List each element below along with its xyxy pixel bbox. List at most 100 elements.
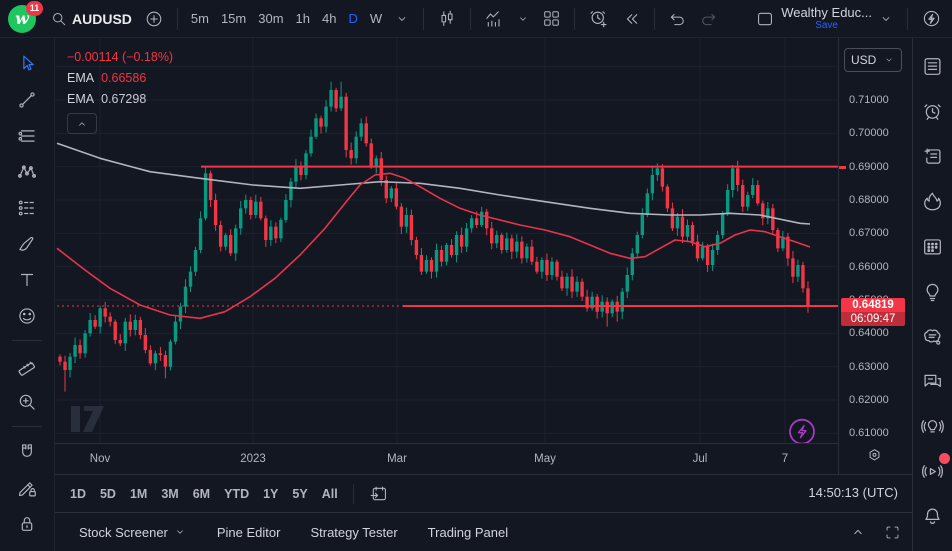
panel-stock-screener[interactable]: Stock Screener [69,519,197,546]
range-5d-button[interactable]: 5D [93,483,123,505]
price-tick: 0.67000 [849,227,889,239]
notifications-button[interactable] [918,502,948,530]
panel-item-group: Stock Screener Pine Editor Strategy Tester… [69,519,518,546]
emoji-tool-button[interactable] [10,302,44,329]
ema-slow-label[interactable]: EMA [67,92,94,106]
time-label: Jul [693,453,708,465]
cursor-tool-button[interactable] [10,50,44,77]
axis-settings-button[interactable] [865,446,884,465]
layout-select-button[interactable] [749,5,781,33]
streams-button[interactable] [918,457,948,485]
chevron-down-icon [883,54,895,66]
plus-circle-icon [144,9,164,29]
go-to-date-button[interactable] [362,480,396,508]
toolbar-divider [177,8,178,30]
time-label: Mar [387,453,407,465]
timeframe-1h[interactable]: 1h [290,7,316,30]
timeframe-D[interactable]: D [342,7,363,30]
brush-tool-button[interactable] [10,230,44,257]
draw-lock-icon [16,477,38,499]
minds-button[interactable] [918,322,948,350]
zoom-in-tool-button[interactable] [10,388,44,415]
resistance-axis-tick [839,166,846,169]
range-1y-button[interactable]: 1Y [256,483,285,505]
timeframe-4h[interactable]: 4h [316,7,342,30]
trendline-tool-button[interactable] [10,86,44,113]
ema-fast-label[interactable]: EMA [67,71,94,85]
timeframe-dropdown-button[interactable] [388,7,416,31]
quick-search-button[interactable] [915,4,948,33]
range-5y-button[interactable]: 5Y [285,483,314,505]
range-3m-button[interactable]: 3M [154,483,185,505]
compare-add-symbol-button[interactable] [138,5,170,33]
timeframe-W[interactable]: W [364,7,388,30]
watchlist-icon [921,55,944,78]
timeframe-5m[interactable]: 5m [185,7,215,30]
notes-button[interactable] [918,142,948,170]
legend-collapse-button[interactable] [67,113,97,134]
currency-select[interactable]: USD [844,48,902,72]
price-tick: 0.70000 [849,127,889,139]
watchlist-button[interactable] [918,52,948,80]
price-tick: 0.64000 [849,327,889,339]
save-button[interactable]: Save [815,20,838,31]
lock-icon [16,513,38,535]
grid-icon [542,9,561,28]
range-1m-button[interactable]: 1M [123,483,154,505]
price-tick: 0.69000 [849,161,889,173]
panel-expand-button[interactable] [844,519,872,545]
text-tool-button[interactable] [10,266,44,293]
grid-layout-button[interactable] [536,5,567,32]
indicators-dropdown-button[interactable] [510,8,536,30]
range-1d-button[interactable]: 1D [63,483,93,505]
range-ytd-button[interactable]: YTD [217,483,256,505]
toolbar-divider [12,340,42,341]
live-ideas-button[interactable] [918,412,948,440]
alerts-button[interactable] [918,97,948,125]
indicators-button[interactable] [478,5,510,33]
toolbar-divider [470,8,471,30]
fib-tool-button[interactable] [10,122,44,149]
layout-name-stack[interactable]: Wealthy Educ... Save [781,6,872,31]
panel-pine-editor[interactable]: Pine Editor [207,519,291,546]
clock[interactable]: 14:50:13 (UTC) [808,485,898,500]
range-6m-button[interactable]: 6M [186,483,217,505]
bottom-panel-bar: Stock Screener Pine Editor Strategy Tester… [55,512,912,551]
lock-tool-button[interactable] [10,510,44,537]
panel-strategy-tester[interactable]: Strategy Tester [300,519,407,546]
range-button-group: 1D5D1M3M6MYTD1Y5YAll [63,483,345,505]
draw-lock-tool-button[interactable] [10,474,44,501]
chart-plot[interactable]: −0.00114 (−0.18%) EMA 0.66586 EMA 0.6729… [55,38,838,443]
ideas-button[interactable] [918,277,948,305]
price-tick: 0.61000 [849,427,889,439]
app-logo[interactable]: w 11 [0,0,44,38]
ema-fast-value: 0.66586 [101,71,146,85]
calendar-button[interactable] [918,232,948,260]
magnet-tool-button[interactable] [10,438,44,465]
ruler-tool-button[interactable] [10,352,44,379]
undo-button[interactable] [662,5,693,32]
range-toolbar: 1D5D1M3M6MYTD1Y5YAll 14:50:13 (UTC) [55,474,912,512]
timeframe-30m[interactable]: 30m [252,7,289,30]
hotlist-button[interactable] [918,187,948,215]
layout-dropdown-button[interactable] [872,7,900,31]
price-tick: 0.71000 [849,94,889,106]
price-axis[interactable]: USD 0.710000.700000.690000.680000.670000… [838,38,912,474]
candles-icon [437,9,457,29]
range-all-button[interactable]: All [315,483,345,505]
chevron-down-icon [394,11,410,27]
timeframe-15m[interactable]: 15m [215,7,252,30]
create-alert-button[interactable] [582,4,615,33]
forecast-tool-button[interactable] [10,194,44,221]
chart-style-button[interactable] [431,5,463,33]
time-axis[interactable]: Nov2023MarMayJul7 [55,443,838,474]
time-label: May [534,453,556,465]
panel-trading-panel[interactable]: Trading Panel [418,519,518,546]
chevron-down-icon [516,12,530,26]
redo-button[interactable] [693,5,724,32]
chat-button[interactable] [918,367,948,395]
symbol-search-button[interactable]: AUDUSD [44,6,138,32]
bar-replay-button[interactable] [615,5,647,33]
fullscreen-button[interactable] [878,519,906,545]
pattern-tool-button[interactable] [10,158,44,185]
